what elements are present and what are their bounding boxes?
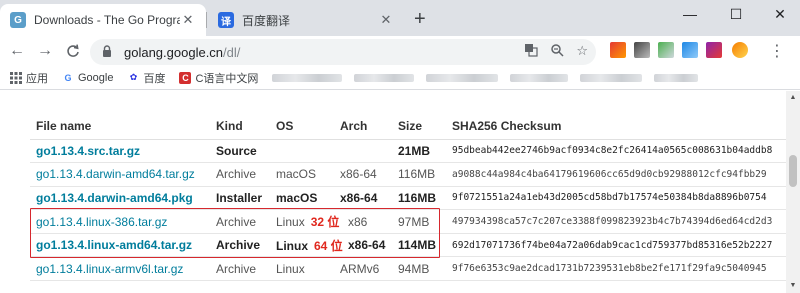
blurred-bookmark[interactable] <box>654 73 699 82</box>
column-header: Arch <box>334 113 392 140</box>
blurred-bookmark[interactable] <box>510 73 569 82</box>
forward-button[interactable]: → <box>34 40 56 62</box>
download-link[interactable]: go1.13.4.src.tar.gz <box>30 139 210 164</box>
column-header: SHA256 Checksum <box>446 113 786 140</box>
more-vert-icon: ⋮ <box>769 43 785 60</box>
google-icon: G <box>64 72 72 83</box>
close-tab-icon[interactable]: ✕ <box>180 12 196 28</box>
kind-cell: Archive <box>210 256 270 282</box>
size-cell: 94MB <box>392 256 446 282</box>
bookmark-label: 应用 <box>26 72 48 85</box>
reload-icon <box>67 44 79 57</box>
bookmark-star-icon[interactable]: ☆ <box>576 43 588 60</box>
bookmark-baidu[interactable]: ✿ 百度 <box>127 70 166 86</box>
tab-title: 百度翻译 <box>242 13 291 28</box>
kind-cell: Archive <box>210 162 270 187</box>
column-header: OS <box>270 113 334 140</box>
bookmark-apps[interactable]: 应用 <box>10 70 48 86</box>
download-link[interactable]: go1.13.4.darwin-amd64.pkg <box>30 186 210 211</box>
menu-button[interactable]: ⋮ <box>766 40 788 62</box>
blurred-bookmark[interactable] <box>580 73 643 82</box>
go-gopher-icon: G <box>10 12 26 28</box>
tab-baidu-translate[interactable]: 译 百度翻译 ✕ <box>208 4 404 36</box>
arch-cell <box>334 139 392 164</box>
c-lang-icon: C <box>179 71 192 84</box>
blurred-bookmark[interactable] <box>354 73 415 82</box>
avatar[interactable] <box>732 42 748 58</box>
extension-icon[interactable] <box>610 42 626 58</box>
table-row: go1.13.4.src.tar.gz Source 21MB 95dbeab442e… <box>30 139 786 164</box>
url-path: /dl/ <box>223 44 241 60</box>
os-cell: macOS <box>270 162 334 187</box>
bookmark-label: 百度 <box>143 72 166 85</box>
column-header: File name <box>30 113 210 140</box>
sha256-cell: a9088c44a984c4ba64179619606cc65d9d0cb929… <box>446 162 786 187</box>
sha256-cell: 9f0721551a24a1eb43d2005cd58bd7b17574e503… <box>446 186 786 211</box>
close-window-button[interactable]: ✕ <box>758 0 800 28</box>
size-cell: 116MB <box>392 186 446 211</box>
lock-icon <box>102 44 116 60</box>
bookmark-label: C语言中文网 <box>195 72 259 85</box>
column-header: Size <box>392 113 446 140</box>
extension-icon[interactable] <box>682 42 698 58</box>
arrow-left-icon: ← <box>9 42 25 59</box>
table-header-row: File name Kind OS Arch Size SHA256 Check… <box>30 113 786 140</box>
arch-cell: ARMv6 <box>334 256 392 282</box>
extension-icon[interactable] <box>706 42 722 58</box>
column-header: Kind <box>210 113 270 140</box>
scroll-up-icon[interactable]: ▲ <box>786 91 800 105</box>
blurred-bookmark[interactable] <box>272 73 343 82</box>
highlight-box <box>30 208 440 258</box>
tab-separator <box>206 12 207 28</box>
address-bar[interactable]: golang.google.cn/dl/ ☆ <box>90 39 596 65</box>
size-cell: 21MB <box>392 139 446 164</box>
tab-strip: G Downloads - The Go Programm ✕ 译 百度翻译 ✕… <box>0 0 800 36</box>
extension-icon[interactable] <box>658 42 674 58</box>
sha256-cell: 9f76e6353c9ae2dcad1731b7239531eb8be2fe17… <box>446 256 786 282</box>
browser-toolbar: ← → golang.google.cn/dl/ ☆ ⋮ <box>0 36 800 66</box>
blurred-bookmark[interactable] <box>426 73 499 82</box>
reload-button[interactable] <box>62 40 84 62</box>
page-content: File name Kind OS Arch Size SHA256 Check… <box>0 91 786 293</box>
scrollbar-thumb[interactable] <box>789 155 797 187</box>
baidu-icon: ✿ <box>129 72 138 82</box>
download-link[interactable]: go1.13.4.darwin-amd64.tar.gz <box>30 162 210 187</box>
arch-cell: x86-64 <box>334 162 392 187</box>
minimize-button[interactable]: — <box>668 0 712 28</box>
size-cell: 116MB <box>392 162 446 187</box>
apps-grid-icon <box>10 71 22 84</box>
tab-go-downloads[interactable]: G Downloads - The Go Programm ✕ <box>0 4 206 36</box>
sha256-cell: 95dbeab442ee2746b9acf0934c8e2fc26414a056… <box>446 139 786 164</box>
kind-cell: Source <box>210 139 270 164</box>
table-row: go1.13.4.darwin-amd64.tar.gz Archive macOS… <box>30 162 786 187</box>
bookmark-label: Google <box>78 71 114 84</box>
os-cell <box>270 139 334 164</box>
bookmark-google[interactable]: G Google <box>62 72 113 84</box>
vertical-scrollbar[interactable]: ▲ ▼ <box>786 91 800 293</box>
sha256-cell: 692d17071736f74be04a72a06dab9cac1cd75937… <box>446 233 786 258</box>
tab-title: Downloads - The Go Programm <box>34 13 180 27</box>
new-tab-button[interactable]: + <box>414 9 426 29</box>
close-tab-icon[interactable]: ✕ <box>378 12 394 28</box>
arch-cell: x86-64 <box>334 186 392 211</box>
os-cell: Linux <box>270 256 334 282</box>
os-cell: macOS <box>270 186 334 211</box>
bookmarks-bar: 应用 G Google ✿ 百度 C C语言中文网 <box>0 66 800 90</box>
kind-cell: Installer <box>210 186 270 211</box>
zoom-icon[interactable] <box>550 43 564 60</box>
translate-icon[interactable] <box>524 43 538 60</box>
sha256-cell: 497934398ca57c7c207ce3388f099823923b4c7b… <box>446 209 786 234</box>
baidu-translate-icon: 译 <box>218 12 234 28</box>
bookmark-c-lang[interactable]: C C语言中文网 <box>179 70 258 86</box>
extension-icon[interactable] <box>634 42 650 58</box>
scroll-down-icon[interactable]: ▼ <box>786 279 800 293</box>
arrow-right-icon: → <box>37 42 53 59</box>
url-host: golang.google.cn <box>124 44 224 60</box>
table-row: go1.13.4.darwin-amd64.pkg Installer macOS x… <box>30 186 786 211</box>
table-row: go1.13.4.linux-armv6l.tar.gz Archive Linux… <box>30 256 786 282</box>
back-button[interactable]: ← <box>6 40 28 62</box>
download-link[interactable]: go1.13.4.linux-armv6l.tar.gz <box>30 256 210 282</box>
maximize-button[interactable]: ☐ <box>714 0 758 28</box>
